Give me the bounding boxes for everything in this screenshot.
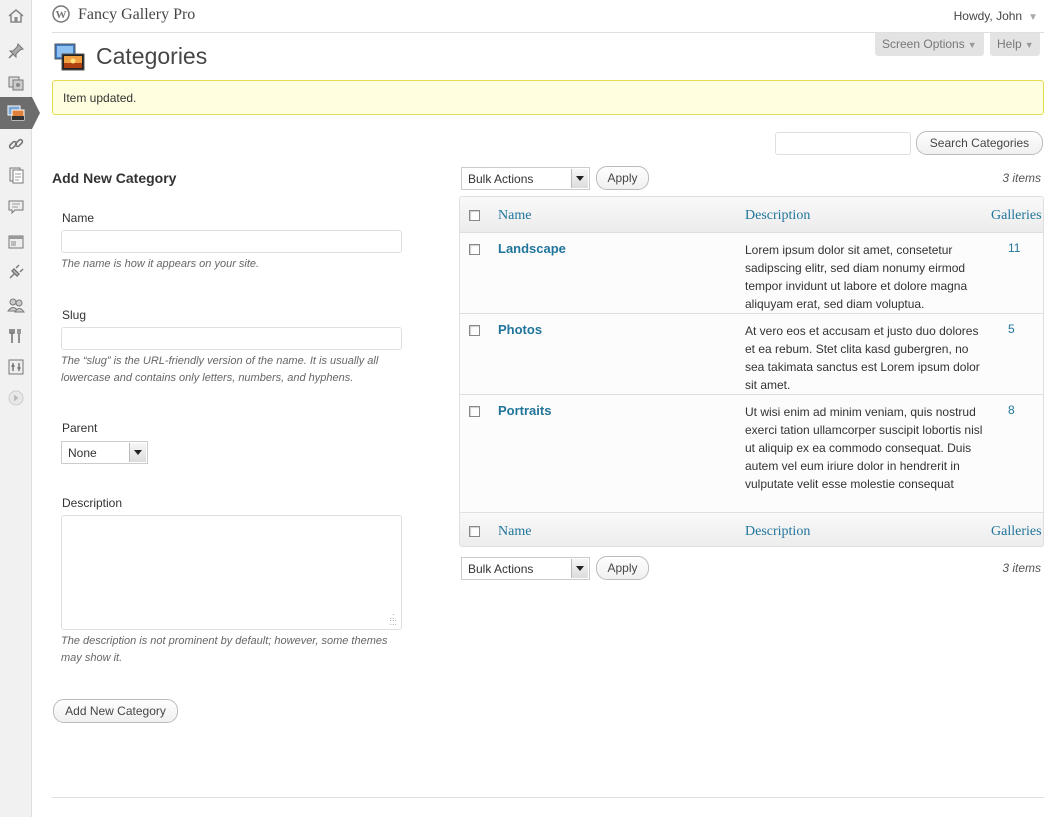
parent-label: Parent [62,421,98,435]
notice-message: Item updated. [63,91,137,105]
parent-select[interactable]: None [61,441,148,464]
help-label: Help [997,37,1022,51]
admin-header: W Fancy Gallery Pro Howdy, John ▼ [52,0,1044,33]
dropdown-arrow-icon: ▼ [1028,12,1038,23]
name-help-text: The name is how it appears on your site. [61,258,260,270]
slug-field[interactable] [61,327,402,350]
column-name-header[interactable]: Name [498,208,531,224]
bulk-actions-value: Bulk Actions [468,562,534,576]
category-description: Ut wisi enim ad minim veniam, quis nostr… [745,405,983,491]
description-textarea[interactable]: .:::: [61,515,402,630]
gallery-categories-icon [54,43,85,71]
collapse-menu-icon[interactable] [6,388,26,408]
svg-text:W: W [56,9,67,21]
settings-icon[interactable] [6,357,26,377]
galleries-count-link[interactable]: 8 [1008,403,1015,417]
column-description-header[interactable]: Description [745,208,810,224]
add-new-category-button[interactable]: Add New Category [53,699,178,723]
site-title[interactable]: Fancy Gallery Pro [78,6,195,24]
slug-help-text: The “slug” is the URL-friendly version o… [61,355,379,384]
search-input[interactable] [775,132,911,155]
category-name-link[interactable]: Portraits [498,403,551,418]
table-row: Portraits Ut wisi enim ad minim veniam, … [460,395,1043,512]
parent-select-value: None [68,446,97,460]
update-notice: Item updated. [52,80,1044,115]
gallery-icon[interactable] [6,103,26,123]
category-description: At vero eos et accusam et justo duo dolo… [745,324,980,392]
bulk-actions-select-top[interactable]: Bulk Actions [461,167,590,190]
description-label: Description [62,496,123,510]
plugins-icon[interactable] [6,262,26,282]
column-galleries-header[interactable]: Galleries [991,208,1042,224]
select-arrow-icon [571,169,588,188]
category-name-link[interactable]: Photos [498,322,542,337]
select-all-checkbox[interactable] [469,210,480,221]
column-name-footer[interactable]: Name [498,524,531,540]
apply-button-top[interactable]: Apply [596,166,649,190]
bulk-actions-value: Bulk Actions [468,172,534,186]
galleries-count-link[interactable]: 11 [1008,241,1020,255]
links-icon[interactable] [6,134,26,154]
dropdown-arrow-icon: ▼ [967,40,977,50]
help-button[interactable]: Help ▼ [990,33,1040,56]
posts-pin-icon[interactable] [6,41,26,61]
name-field[interactable] [61,230,402,253]
dropdown-arrow-icon: ▼ [1024,40,1034,50]
users-icon[interactable] [6,295,26,315]
row-checkbox[interactable] [469,325,480,336]
table-header: Name Description Galleries [460,197,1043,233]
column-description-footer[interactable]: Description [745,524,810,540]
user-greeting-text: Howdy, John [953,9,1023,23]
select-arrow-icon [571,559,588,578]
tools-icon[interactable] [6,326,26,346]
galleries-count-link[interactable]: 5 [1008,322,1015,336]
table-footer: Name Description Galleries [460,512,1043,546]
resize-grip-icon[interactable]: .:::: [389,612,397,627]
row-checkbox[interactable] [469,244,480,255]
appearance-icon[interactable] [6,232,26,252]
media-icon[interactable] [6,73,26,93]
search-categories-button[interactable]: Search Categories [916,131,1043,155]
select-all-checkbox-bottom[interactable] [469,526,480,537]
category-name-link[interactable]: Landscape [498,241,566,256]
screen-options-label: Screen Options [882,37,965,51]
comments-icon[interactable] [6,197,26,217]
items-count-top: 3 items [1002,171,1041,185]
table-row: Photos At vero eos et accusam et justo d… [460,314,1043,395]
select-arrow-icon [129,443,146,462]
column-galleries-footer[interactable]: Galleries [991,524,1042,540]
page-title: Categories [96,43,208,69]
user-greeting-menu[interactable]: Howdy, John ▼ [954,9,1038,23]
description-help-text: The description is not prominent by defa… [61,635,388,664]
category-description: Lorem ipsum dolor sit amet, consetetur s… [745,243,968,311]
items-count-bottom: 3 items [1002,561,1041,575]
bulk-actions-select-bottom[interactable]: Bulk Actions [461,557,590,580]
apply-button-bottom[interactable]: Apply [596,556,649,580]
screen-options-button[interactable]: Screen Options ▼ [875,33,984,56]
name-label: Name [62,211,95,225]
form-heading: Add New Category [52,170,177,186]
admin-menu [0,0,40,817]
dashboard-icon[interactable] [6,6,26,26]
slug-label: Slug [62,308,87,322]
wordpress-logo-icon: W [52,5,70,23]
row-checkbox[interactable] [469,406,480,417]
table-row: Landscape Lorem ipsum dolor sit amet, co… [460,233,1043,314]
pages-icon[interactable] [6,165,26,185]
categories-table: Name Description Galleries Landscape Lor… [459,196,1044,547]
footer-divider [52,797,1044,798]
